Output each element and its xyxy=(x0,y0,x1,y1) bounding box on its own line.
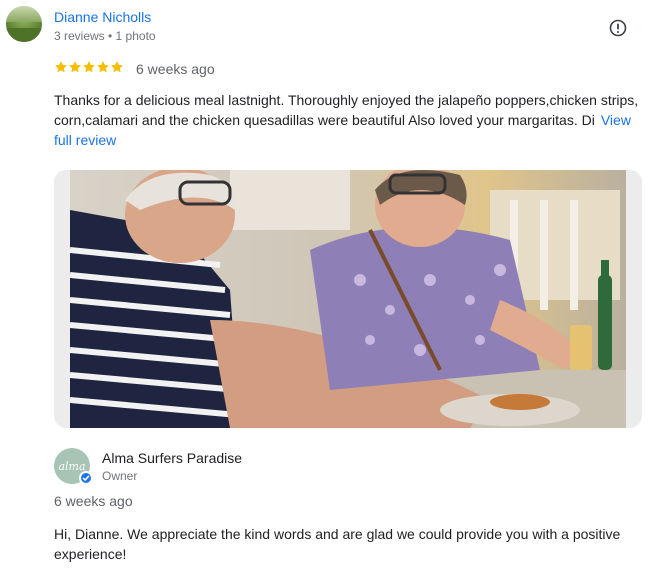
star-icon xyxy=(83,61,95,73)
review-age: 6 weeks ago xyxy=(136,61,215,77)
reviewer-avatar[interactable] xyxy=(6,6,42,42)
reviewer-meta: 3 reviews • 1 photo xyxy=(54,29,156,43)
check-icon xyxy=(82,475,90,482)
report-icon[interactable] xyxy=(609,19,627,37)
owner-response-text: Hi, Dianne. We appreciate the kind words… xyxy=(54,526,621,562)
star-icon xyxy=(97,61,109,73)
star-icon xyxy=(69,61,81,73)
owner-response-age: 6 weeks ago xyxy=(54,493,133,509)
photo-image xyxy=(70,170,626,428)
owner-role: Owner xyxy=(102,469,138,483)
avatar-hedge xyxy=(6,27,42,42)
avatar-sky xyxy=(6,6,42,23)
review-photo[interactable] xyxy=(54,170,642,428)
star-icon xyxy=(111,61,123,73)
review-body: Thanks for a delicious meal lastnight. T… xyxy=(54,92,639,128)
reviewer-name[interactable]: Dianne Nicholls xyxy=(54,9,151,25)
owner-name: Alma Surfers Paradise xyxy=(102,450,243,466)
owner-avatar-logo: alma xyxy=(58,459,86,473)
review-text: Thanks for a delicious meal lastnight. T… xyxy=(54,90,652,150)
star-rating xyxy=(54,60,124,76)
verified-check-icon xyxy=(79,471,93,485)
star-icon xyxy=(55,61,67,73)
